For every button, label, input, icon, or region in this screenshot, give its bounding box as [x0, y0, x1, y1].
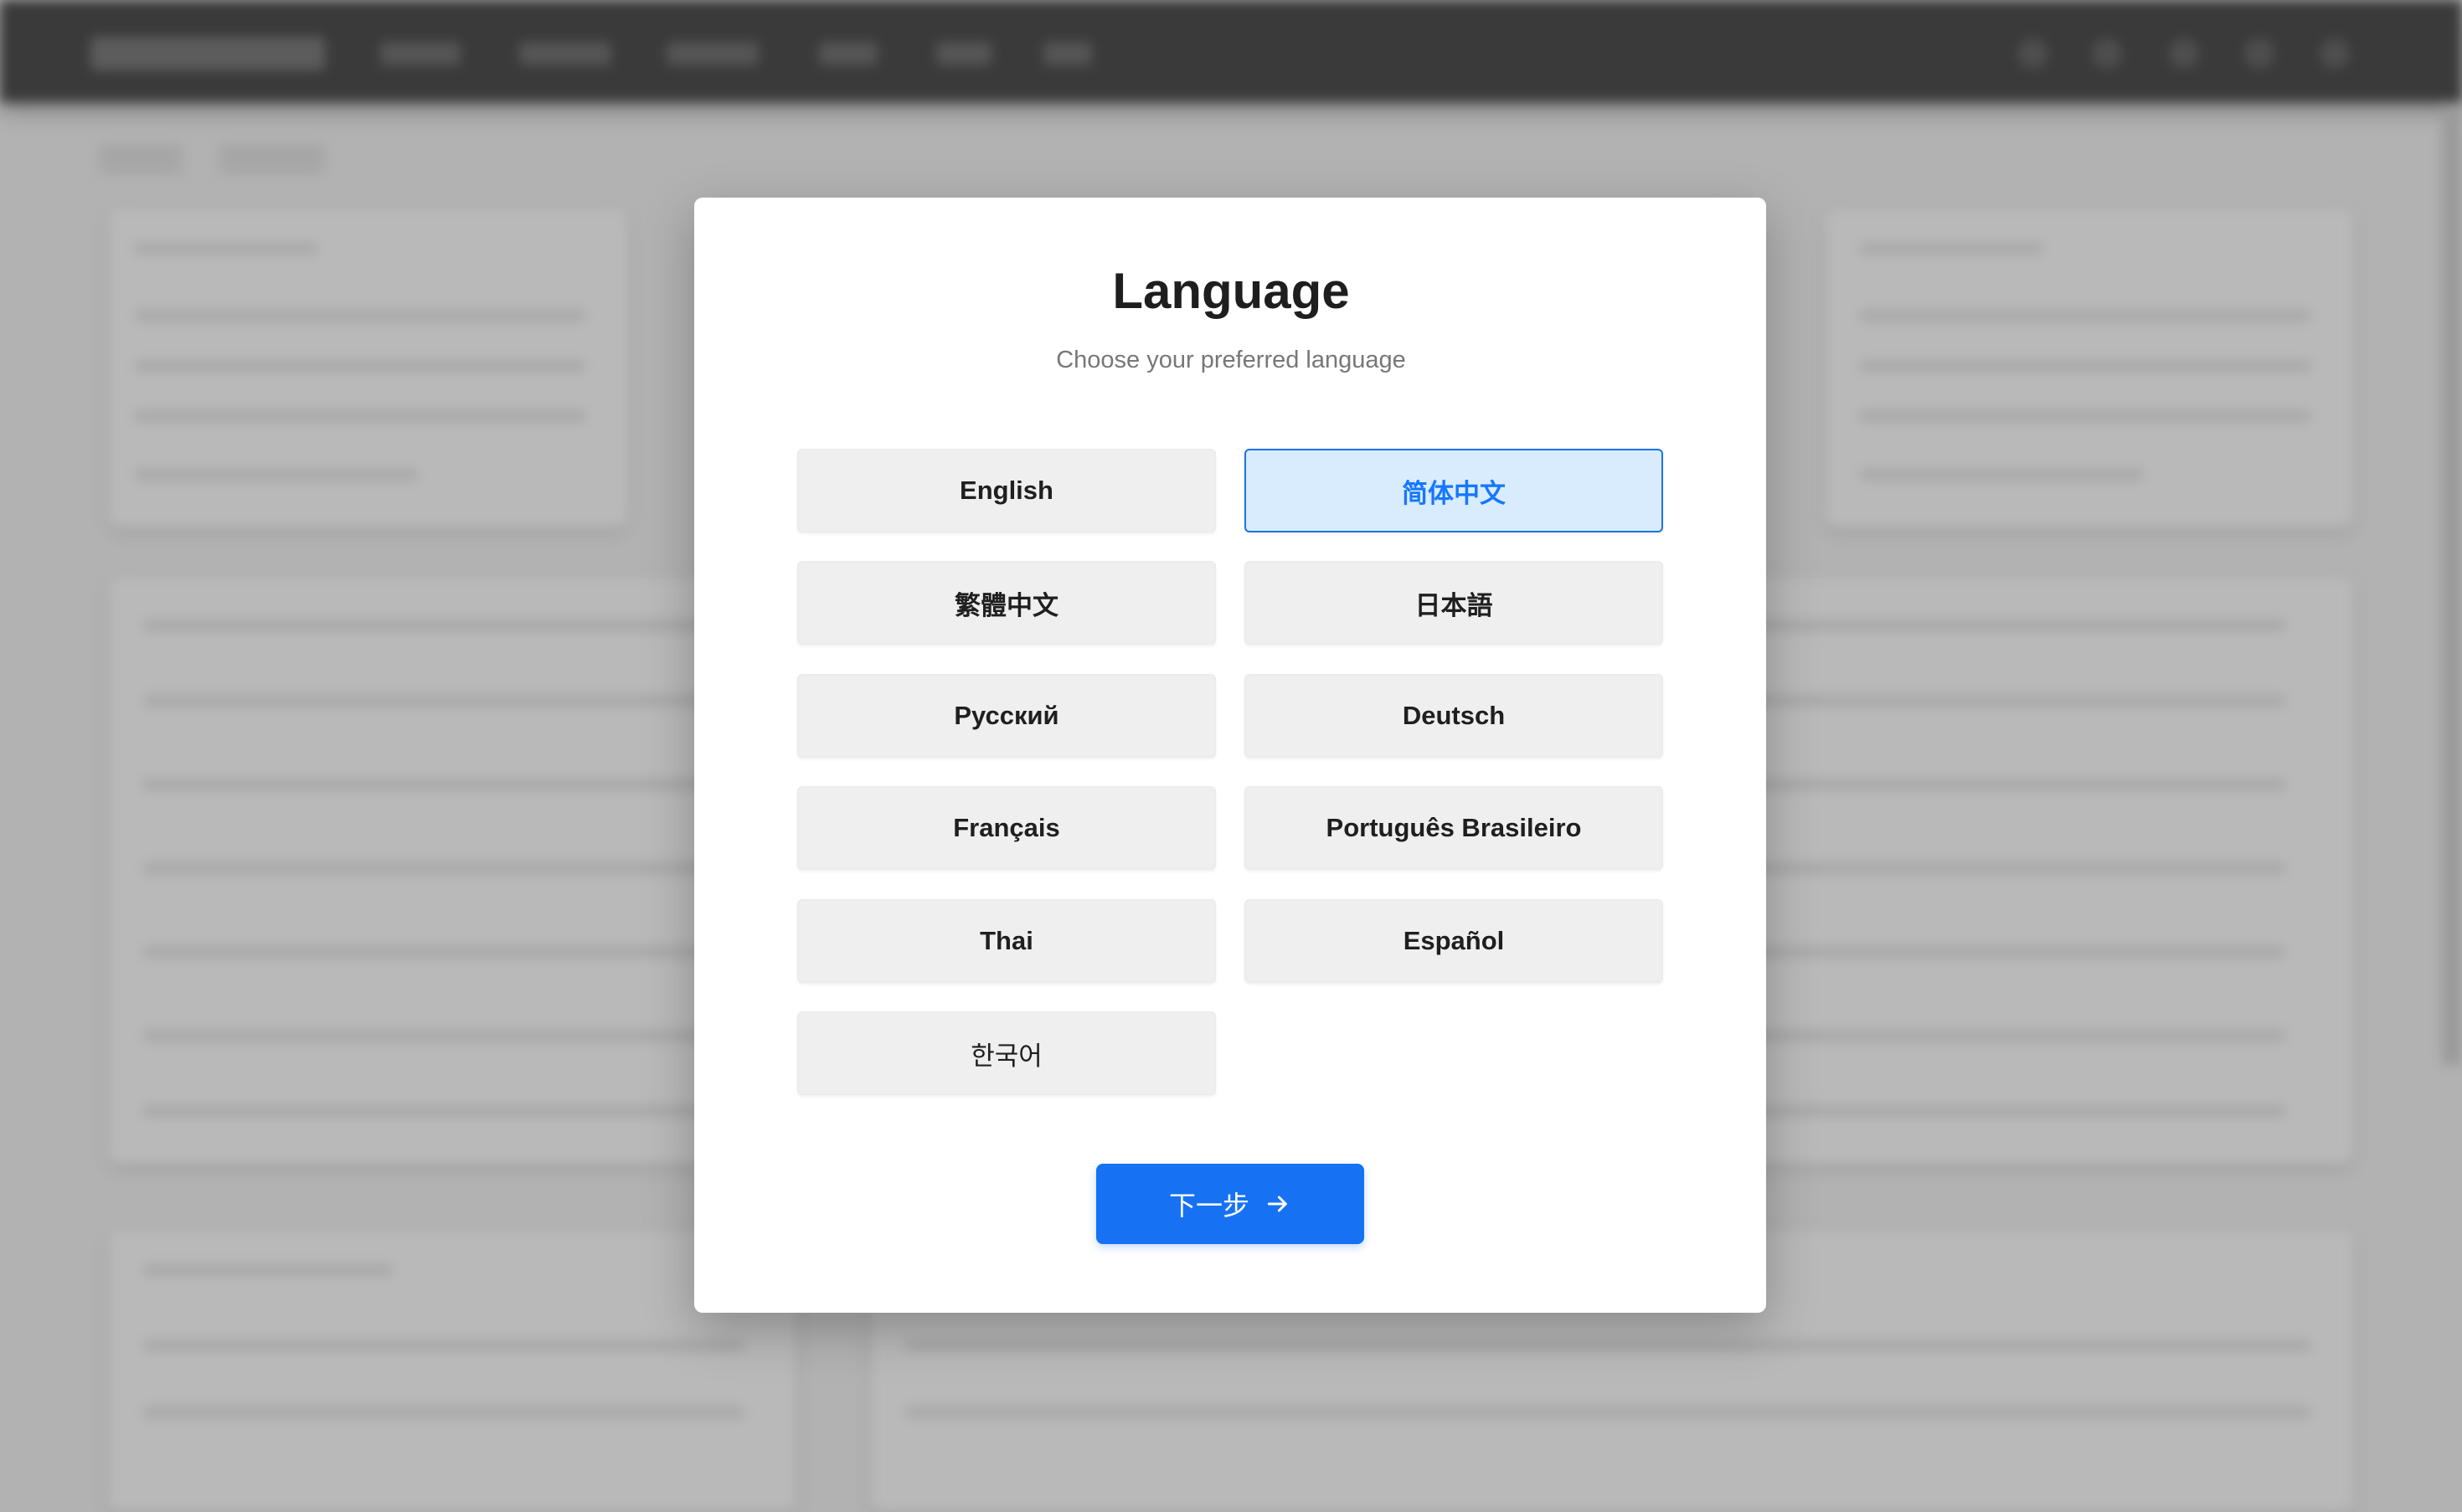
- background-panel: [109, 1231, 796, 1512]
- background-tool-icon: [2244, 39, 2274, 69]
- background-tool-icon: [2320, 39, 2350, 69]
- background-breadcrumb: [219, 144, 325, 174]
- language-option-portuguese-brazil[interactable]: Português Brasileiro: [1244, 786, 1663, 870]
- background-breadcrumb: [99, 144, 183, 174]
- next-step-label: 下一步: [1168, 1191, 1249, 1221]
- background-tool-icon: [2169, 39, 2199, 69]
- language-option-french[interactable]: Français: [797, 786, 1216, 870]
- arrow-right-icon: [1267, 1196, 1287, 1212]
- language-option-simplified-chinese[interactable]: 简体中文: [1244, 449, 1663, 532]
- background-nav-item: [667, 42, 759, 65]
- next-step-button[interactable]: 下一步: [1096, 1164, 1364, 1244]
- background-nav-item: [936, 42, 991, 65]
- language-option-thai[interactable]: Thai: [797, 899, 1216, 983]
- background-tool-icon: [2018, 39, 2048, 69]
- language-option-spanish[interactable]: Español: [1244, 899, 1663, 983]
- background-nav-item: [1043, 42, 1092, 65]
- language-option-japanese[interactable]: 日本語: [1244, 561, 1663, 645]
- background-tool-icon: [2092, 39, 2122, 69]
- background-nav-item: [380, 42, 461, 65]
- language-option-korean[interactable]: 한국어: [797, 1011, 1216, 1095]
- background-nav-item: [519, 42, 611, 65]
- background-logo: [90, 37, 325, 70]
- dialog-subtitle: Choose your preferred language: [1056, 347, 1406, 373]
- background-nav-item: [819, 42, 878, 65]
- language-option-german[interactable]: Deutsch: [1244, 674, 1663, 758]
- language-option-traditional-chinese[interactable]: 繁體中文: [797, 561, 1216, 645]
- background-topbar: [0, 0, 2462, 102]
- dialog-title: Language: [1112, 263, 1350, 319]
- language-option-english[interactable]: English: [797, 449, 1216, 532]
- language-option-russian[interactable]: Русский: [797, 674, 1216, 758]
- background-scrollbar: [2442, 102, 2462, 1065]
